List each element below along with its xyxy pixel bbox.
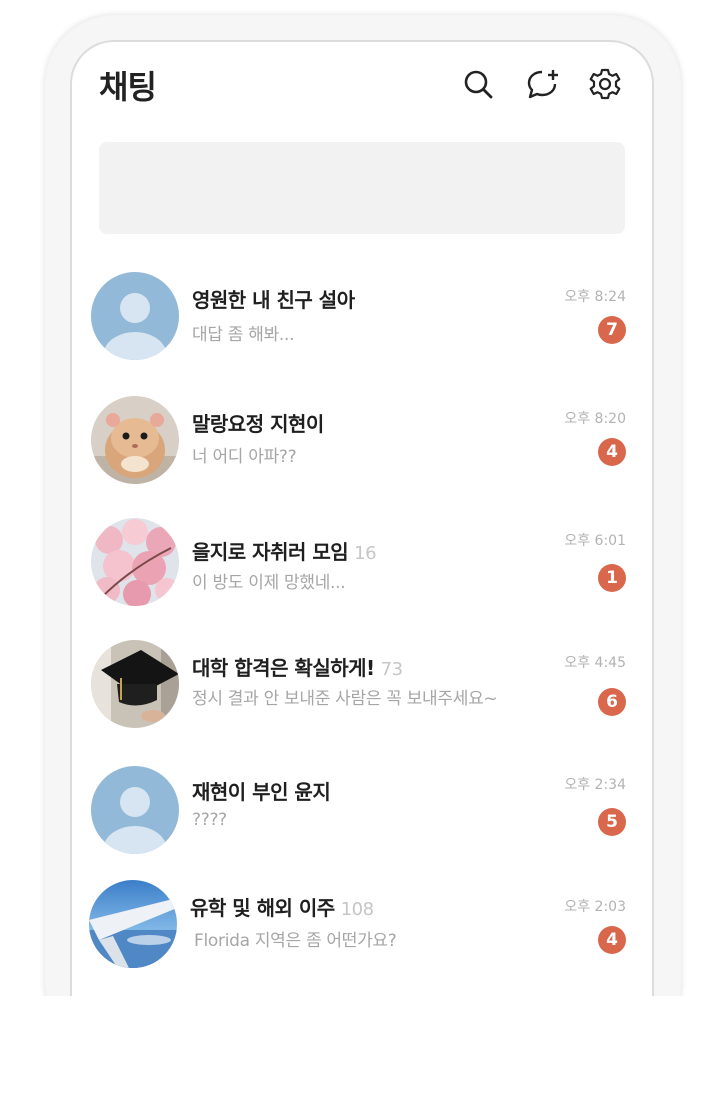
default-avatar — [91, 272, 179, 360]
unread-badge: 1 — [598, 564, 626, 592]
chat-row[interactable]: 재현이 부인 윤지 ???? 오후 2:34 5 — [86, 764, 646, 864]
unread-badge: 6 — [598, 688, 626, 716]
chat-name: 유학 및 해외 이주 108 — [190, 896, 374, 920]
unread-badge: 5 — [598, 808, 626, 836]
chat-time: 오후 6:01 — [564, 533, 626, 549]
chat-time: 오후 4:45 — [564, 655, 626, 671]
chat-preview: 이 방도 이제 망했네... — [192, 573, 346, 593]
chat-name: 재현이 부인 윤지 — [192, 780, 331, 804]
unread-badge: 4 — [598, 926, 626, 954]
chat-name: 영원한 내 친구 설아 — [192, 288, 355, 312]
chat-time: 오후 2:03 — [564, 899, 626, 915]
chat-time: 오후 8:20 — [564, 411, 626, 427]
page-title: 채팅 — [99, 68, 157, 106]
chat-row[interactable]: 을지로 자취러 모임 16 이 방도 이제 망했네... 오후 6:01 1 — [86, 514, 646, 614]
chat-time: 오후 2:34 — [564, 777, 626, 793]
graduation-cap-photo — [91, 640, 179, 728]
unread-badge: 7 — [598, 316, 626, 344]
chat-row[interactable]: 대학 합격은 확실하게! 73 정시 결과 안 보내준 사람은 꼭 보내주세요~ … — [86, 636, 646, 736]
chat-preview: 대답 좀 해봐... — [192, 325, 295, 345]
chat-name: 을지로 자취러 모임 16 — [192, 540, 377, 564]
chat-preview: 너 어디 아파?? — [192, 447, 297, 467]
chat-name: 말랑요정 지현이 — [192, 412, 324, 436]
chat-preview: 정시 결과 안 보내준 사람은 꼭 보내주세요~ — [192, 689, 498, 709]
unread-badge: 4 — [598, 438, 626, 466]
bottom-fade — [0, 996, 724, 1108]
chat-row[interactable]: 말랑요정 지현이 너 어디 아파?? 오후 8:20 4 — [86, 392, 646, 492]
airplane-wing-photo — [89, 880, 177, 968]
hamster-photo — [91, 396, 179, 484]
default-avatar — [91, 766, 179, 854]
chat-row[interactable]: 유학 및 해외 이주 108 Florida 지역은 좀 어떤가요? 오후 2:0… — [86, 878, 646, 978]
ad-banner[interactable] — [99, 142, 625, 234]
cherry-blossom-photo — [91, 518, 179, 606]
chat-time: 오후 8:24 — [564, 289, 626, 305]
chat-name: 대학 합격은 확실하게! 73 — [192, 656, 403, 680]
settings-icon[interactable] — [587, 66, 623, 102]
search-icon[interactable] — [460, 66, 496, 102]
chat-row[interactable]: 영원한 내 친구 설아 대답 좀 해봐... 오후 8:24 7 — [86, 268, 646, 368]
new-chat-icon[interactable] — [525, 66, 561, 102]
chat-preview: ???? — [192, 810, 227, 830]
chat-preview: Florida 지역은 좀 어떤가요? — [194, 931, 397, 951]
